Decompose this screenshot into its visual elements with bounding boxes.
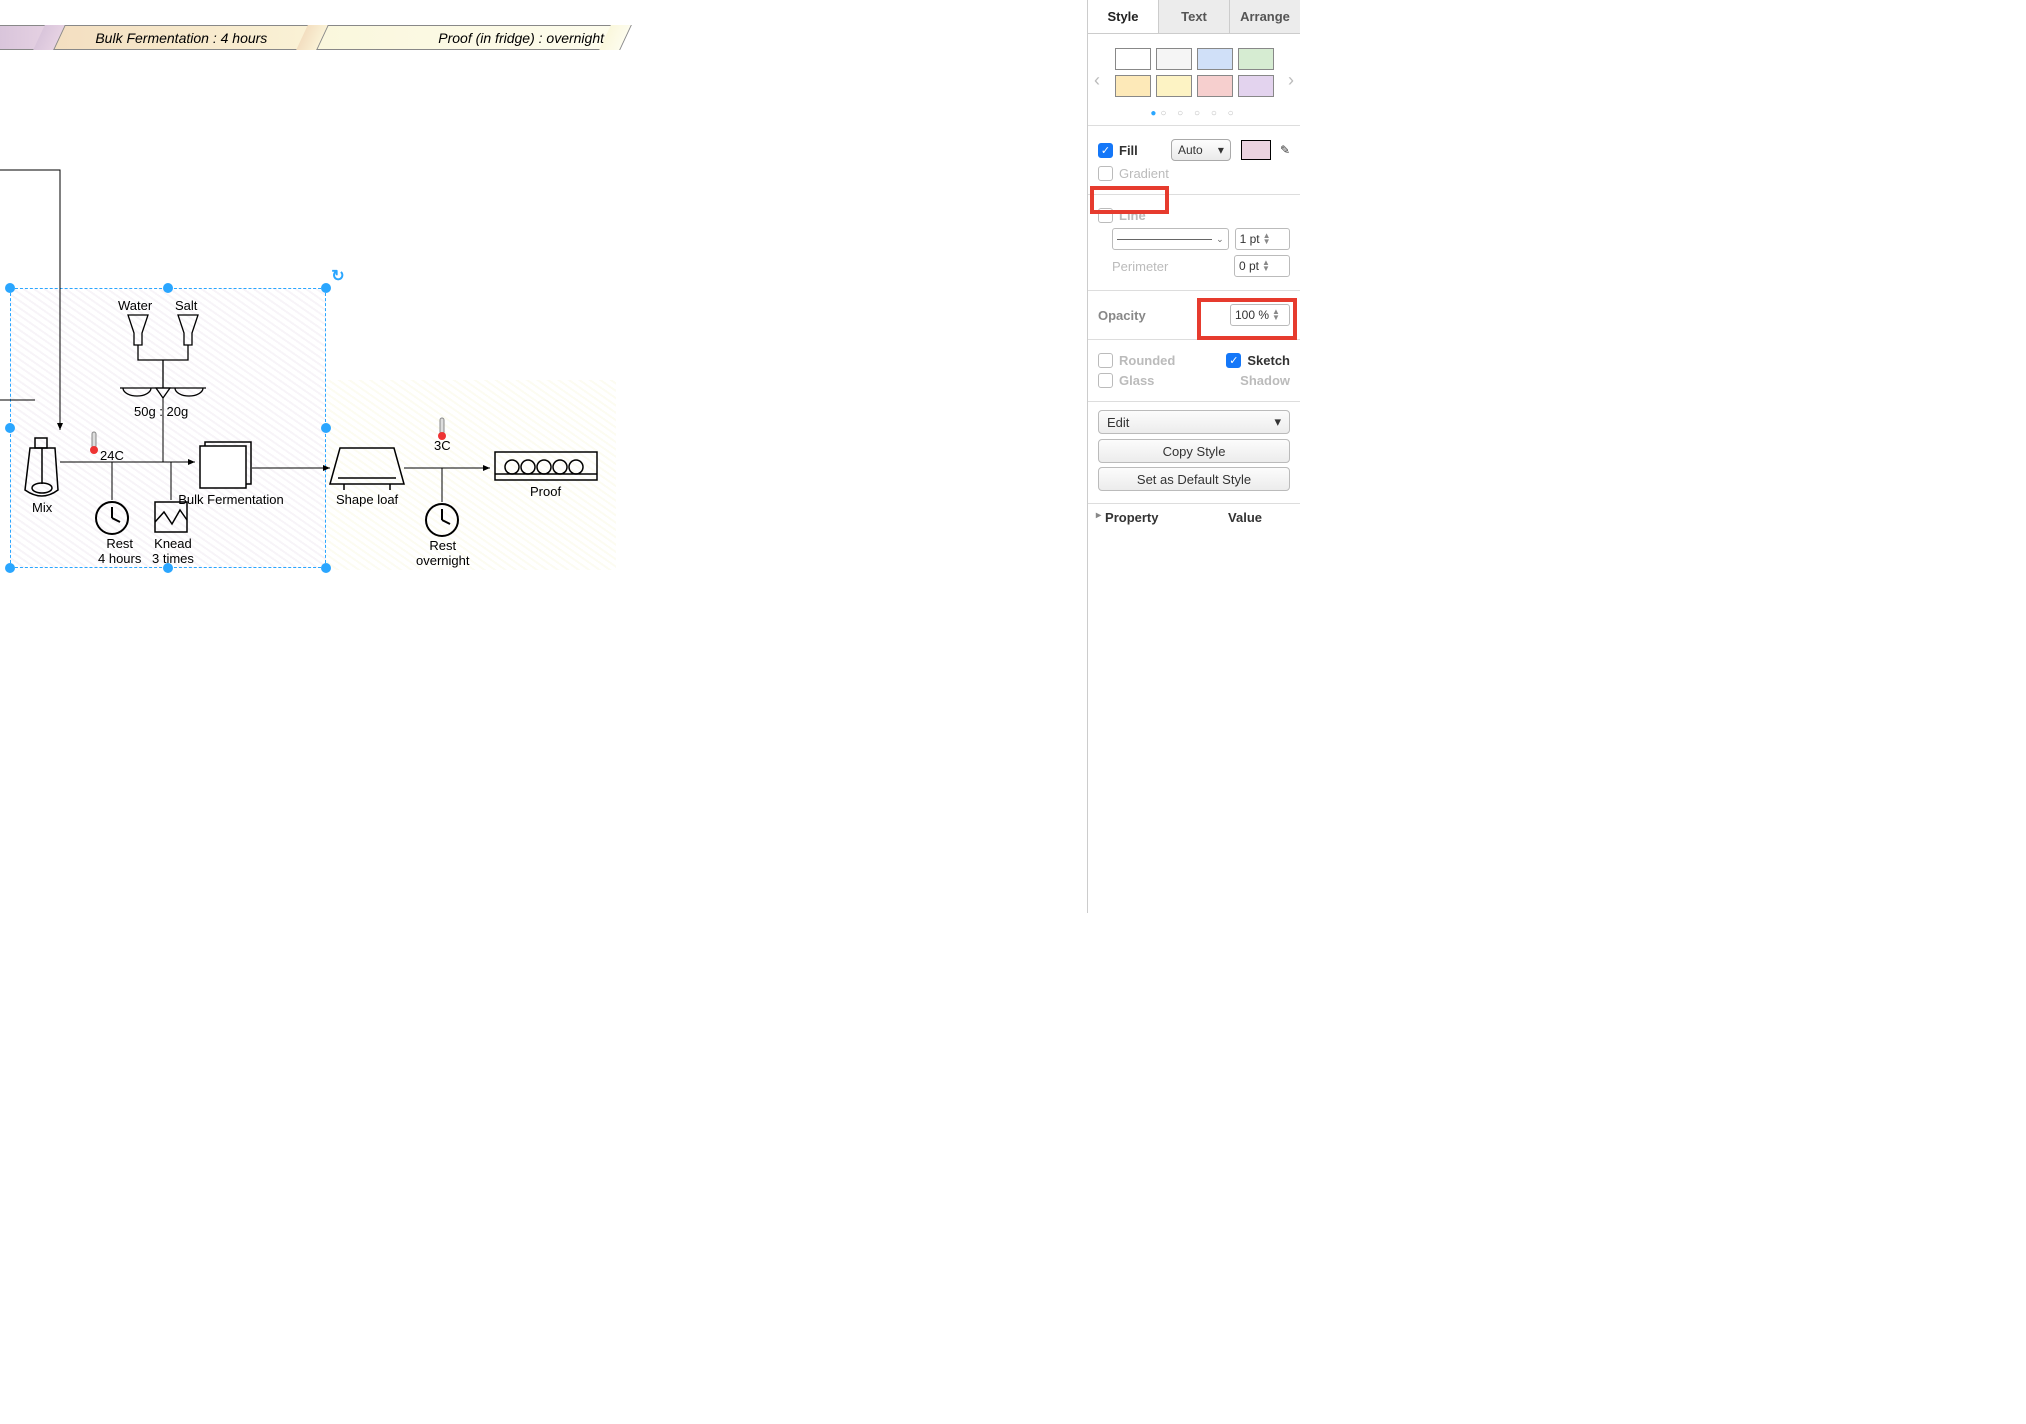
rounded-label: Rounded <box>1119 353 1175 368</box>
timeline-seg-bulk: Bulk Fermentation : 4 hours <box>50 25 313 50</box>
preset-swatch[interactable] <box>1156 75 1192 97</box>
proof-zone <box>326 380 616 570</box>
label-mix: Mix <box>32 500 52 515</box>
properties-header[interactable]: ▸ Property Value <box>1088 503 1300 531</box>
fill-checkbox[interactable]: ✓ <box>1098 143 1113 158</box>
timeline-label: Bulk Fermentation : 4 hours <box>95 30 267 46</box>
label-water: Water <box>118 298 152 313</box>
resize-handle[interactable] <box>163 283 173 293</box>
preset-swatch[interactable] <box>1238 48 1274 70</box>
presets-next-icon[interactable]: › <box>1288 70 1294 91</box>
canvas[interactable]: Bulk Fermentation : 4 hours Proof (in fr… <box>0 0 616 913</box>
style-presets: ‹ › ●○ ○ ○ ○ ○ <box>1088 34 1300 125</box>
fill-label: Fill <box>1119 143 1138 158</box>
opacity-label: Opacity <box>1098 308 1146 323</box>
preset-swatch[interactable] <box>1115 48 1151 70</box>
label-shape-loaf: Shape loaf <box>336 492 398 507</box>
label-temp-24c: 24C <box>100 448 124 463</box>
label-knead: Knead3 times <box>152 536 194 566</box>
timeline-label: Proof (in fridge) : overnight <box>438 30 604 46</box>
gradient-label: Gradient <box>1119 166 1169 181</box>
resize-handle[interactable] <box>5 423 15 433</box>
preset-swatch[interactable] <box>1156 48 1192 70</box>
line-style-select[interactable]: ⌄ <box>1112 228 1229 250</box>
presets-pager[interactable]: ●○ ○ ○ ○ ○ <box>1096 108 1292 119</box>
label-rest-overnight: Restovernight <box>416 538 469 568</box>
perimeter-input[interactable]: 0 pt▲▼ <box>1234 255 1290 277</box>
fill-color-swatch[interactable] <box>1241 140 1271 160</box>
timeline-seg-prev <box>0 25 50 50</box>
tab-arrange[interactable]: Arrange <box>1230 0 1300 33</box>
line-checkbox[interactable] <box>1098 208 1113 223</box>
format-panel: Style Text Arrange ‹ › ●○ ○ ○ ○ ○ ✓ Fil <box>1087 0 1300 913</box>
glass-checkbox[interactable] <box>1098 373 1113 388</box>
preset-swatch[interactable] <box>1197 75 1233 97</box>
tab-text[interactable]: Text <box>1159 0 1230 33</box>
tab-style[interactable]: Style <box>1088 0 1159 33</box>
label-temp-3c: 3C <box>434 438 451 453</box>
line-width-input[interactable]: 1 pt▲▼ <box>1235 228 1290 250</box>
shadow-label: Shadow <box>1240 373 1290 388</box>
label-rest-4h: Rest4 hours <box>98 536 141 566</box>
timeline-seg-proof: Proof (in fridge) : overnight <box>313 25 616 50</box>
opacity-input[interactable]: 100 %▲▼ <box>1230 304 1290 326</box>
resize-handle[interactable] <box>321 423 331 433</box>
perimeter-label: Perimeter <box>1112 259 1168 274</box>
preset-swatch[interactable] <box>1238 75 1274 97</box>
preset-swatch[interactable] <box>1197 48 1233 70</box>
fill-mode-select[interactable]: Auto▾ <box>1171 139 1231 161</box>
label-proof: Proof <box>530 484 561 499</box>
copy-style-button[interactable]: Copy Style <box>1098 439 1290 463</box>
disclosure-triangle-icon[interactable]: ▸ <box>1096 510 1101 525</box>
set-default-style-button[interactable]: Set as Default Style <box>1098 467 1290 491</box>
sketch-checkbox[interactable]: ✓ <box>1226 353 1241 368</box>
presets-prev-icon[interactable]: ‹ <box>1094 70 1100 91</box>
label-salt: Salt <box>175 298 197 313</box>
resize-handle[interactable] <box>5 563 15 573</box>
value-column-header: Value <box>1228 510 1262 525</box>
gradient-checkbox[interactable] <box>1098 166 1113 181</box>
timeline: Bulk Fermentation : 4 hours Proof (in fr… <box>0 25 616 50</box>
glass-label: Glass <box>1119 373 1154 388</box>
preset-swatch[interactable] <box>1115 75 1151 97</box>
label-bulk-fermentation: Bulk Fermentation <box>176 492 286 507</box>
resize-handle[interactable] <box>321 283 331 293</box>
resize-handle[interactable] <box>321 563 331 573</box>
resize-handle[interactable] <box>5 283 15 293</box>
rotate-handle[interactable]: ↻ <box>331 266 344 286</box>
edit-style-select[interactable]: Edit▾ <box>1098 410 1290 434</box>
rounded-checkbox[interactable] <box>1098 353 1113 368</box>
label-ratio: 50g : 20g <box>134 404 188 419</box>
panel-tabs: Style Text Arrange <box>1088 0 1300 34</box>
eyedropper-icon[interactable]: ✎ <box>1280 143 1290 157</box>
selection-box[interactable] <box>10 288 326 568</box>
line-label: Line <box>1119 208 1146 223</box>
property-column-header: Property <box>1105 510 1158 525</box>
sketch-label: Sketch <box>1247 353 1290 368</box>
